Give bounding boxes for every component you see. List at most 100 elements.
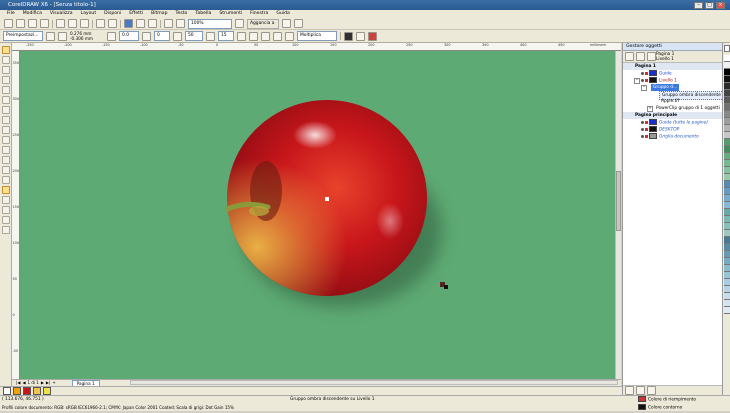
swatch[interactable] (724, 181, 730, 188)
menu-bitmap[interactable]: Bitmap (147, 10, 171, 18)
swatch[interactable] (724, 279, 730, 286)
swatch[interactable] (724, 111, 730, 118)
lock-icon[interactable] (645, 78, 648, 82)
copy-properties-icon[interactable] (285, 31, 294, 41)
swatch[interactable] (724, 139, 730, 146)
swatch[interactable] (724, 230, 730, 237)
search-content-icon[interactable] (124, 19, 133, 28)
feather-icon[interactable] (206, 31, 215, 41)
swatch[interactable] (724, 146, 730, 153)
menu-tools[interactable]: Strumenti (215, 10, 246, 18)
edit-across-layers-icon[interactable] (647, 52, 656, 61)
pick-tool-icon[interactable] (2, 46, 10, 54)
swatch[interactable] (724, 216, 730, 223)
vertical-scroll-thumb[interactable] (616, 171, 621, 231)
layer-manager-icon[interactable] (636, 52, 645, 61)
menu-view[interactable]: Visualizza (46, 10, 77, 18)
paste-icon[interactable] (80, 19, 89, 28)
tree-document-grid[interactable]: Griglia documento (641, 133, 699, 140)
vertical-ruler[interactable]: 350 300 250 200 150 100 50 0 -50 (12, 51, 20, 379)
lock-icon[interactable] (645, 127, 648, 131)
swatch[interactable] (724, 237, 730, 244)
drawing-canvas[interactable] (20, 51, 615, 379)
swatch[interactable] (724, 125, 730, 132)
menu-arrange[interactable]: Disponi (100, 10, 125, 18)
swatch[interactable] (724, 83, 730, 90)
swatch-no-color[interactable] (724, 45, 730, 52)
welcome-icon[interactable] (176, 19, 185, 28)
swatch-orange[interactable] (13, 387, 21, 395)
swatch[interactable] (724, 258, 730, 265)
maximize-button[interactable]: □ (705, 1, 714, 9)
menu-text[interactable]: Testo (172, 10, 192, 18)
feather-field[interactable]: 15 (218, 31, 234, 41)
show-properties-icon[interactable] (625, 52, 634, 61)
undo-icon[interactable] (96, 19, 105, 28)
swatch-yellow[interactable] (33, 387, 41, 395)
menu-layout[interactable]: Layout (77, 10, 101, 18)
swatch[interactable] (724, 174, 730, 181)
menu-effects[interactable]: Effetti (125, 10, 147, 18)
swatch[interactable] (724, 265, 730, 272)
swatch-red[interactable] (23, 387, 31, 395)
menu-file[interactable]: File (3, 10, 19, 18)
swatch[interactable] (724, 244, 730, 251)
swatch[interactable] (724, 195, 730, 202)
swatch-light-yellow[interactable] (43, 387, 51, 395)
tree-master-page[interactable]: Pagina principale (623, 112, 723, 119)
fill-tool-icon[interactable] (2, 216, 10, 224)
shadow-stretch-icon[interactable] (142, 31, 151, 41)
full-screen-icon[interactable] (235, 19, 244, 28)
swatch[interactable] (724, 153, 730, 160)
object-tree[interactable]: − Pagina 1 Guide − Livello 1 − Gruppo d.… (623, 63, 724, 385)
tree-desktop[interactable]: DESKTOP (641, 126, 679, 133)
lock-icon[interactable] (645, 71, 648, 75)
swatch-none[interactable] (3, 387, 11, 395)
menu-help[interactable]: Guida (272, 10, 293, 18)
application-icon[interactable] (294, 19, 303, 28)
shadow-tool-icon[interactable] (2, 186, 10, 194)
tree-master-guides[interactable]: Guide (tutte le pagine) (641, 119, 708, 126)
fade-icon[interactable] (261, 31, 270, 41)
swatch[interactable] (724, 118, 730, 125)
tree-page-1[interactable]: Pagina 1 (623, 63, 723, 70)
import-icon[interactable] (136, 19, 145, 28)
rectangle-tool-icon[interactable] (2, 106, 10, 114)
swatch[interactable] (724, 272, 730, 279)
add-preset-icon[interactable] (46, 31, 55, 41)
smart-fill-tool-icon[interactable] (2, 226, 10, 234)
swatch[interactable] (724, 209, 730, 216)
minimize-button[interactable]: – (694, 1, 703, 9)
shadow-fade-field[interactable]: 0 (154, 31, 170, 41)
table-tool-icon[interactable] (2, 156, 10, 164)
redo-icon[interactable] (108, 19, 117, 28)
swatch[interactable] (724, 202, 730, 209)
swatch[interactable] (724, 307, 730, 314)
zoom-combo[interactable]: 100% (188, 18, 232, 29)
blend-mode-combo[interactable]: Moltiplica (297, 31, 337, 41)
swatch[interactable] (724, 188, 730, 195)
shadow-end-handle[interactable] (444, 285, 448, 289)
text-tool-icon[interactable] (2, 146, 10, 154)
clear-shadow-icon[interactable] (368, 31, 377, 41)
collapse-toggle[interactable]: − (634, 78, 640, 84)
smart-draw-tool-icon[interactable] (2, 96, 10, 104)
launcher-icon[interactable] (164, 19, 173, 28)
delete-icon[interactable] (647, 386, 656, 395)
swatch[interactable] (724, 293, 730, 300)
swatch[interactable] (724, 223, 730, 230)
eye-icon[interactable] (641, 134, 644, 138)
freehand-tool-icon[interactable] (2, 86, 10, 94)
collapse-toggle[interactable]: − (641, 85, 647, 91)
object-center-marker[interactable] (325, 197, 329, 201)
lock-icon[interactable] (645, 120, 648, 124)
shadow-color-icon[interactable] (344, 31, 353, 41)
new-layer-icon[interactable] (625, 386, 634, 395)
outline-tool-icon[interactable] (2, 206, 10, 214)
shadow-direction-icon[interactable] (107, 31, 116, 41)
eye-icon[interactable] (641, 78, 644, 82)
polygon-tool-icon[interactable] (2, 126, 10, 134)
remove-preset-icon[interactable] (58, 31, 67, 41)
crop-tool-icon[interactable] (2, 66, 10, 74)
cut-icon[interactable] (56, 19, 65, 28)
